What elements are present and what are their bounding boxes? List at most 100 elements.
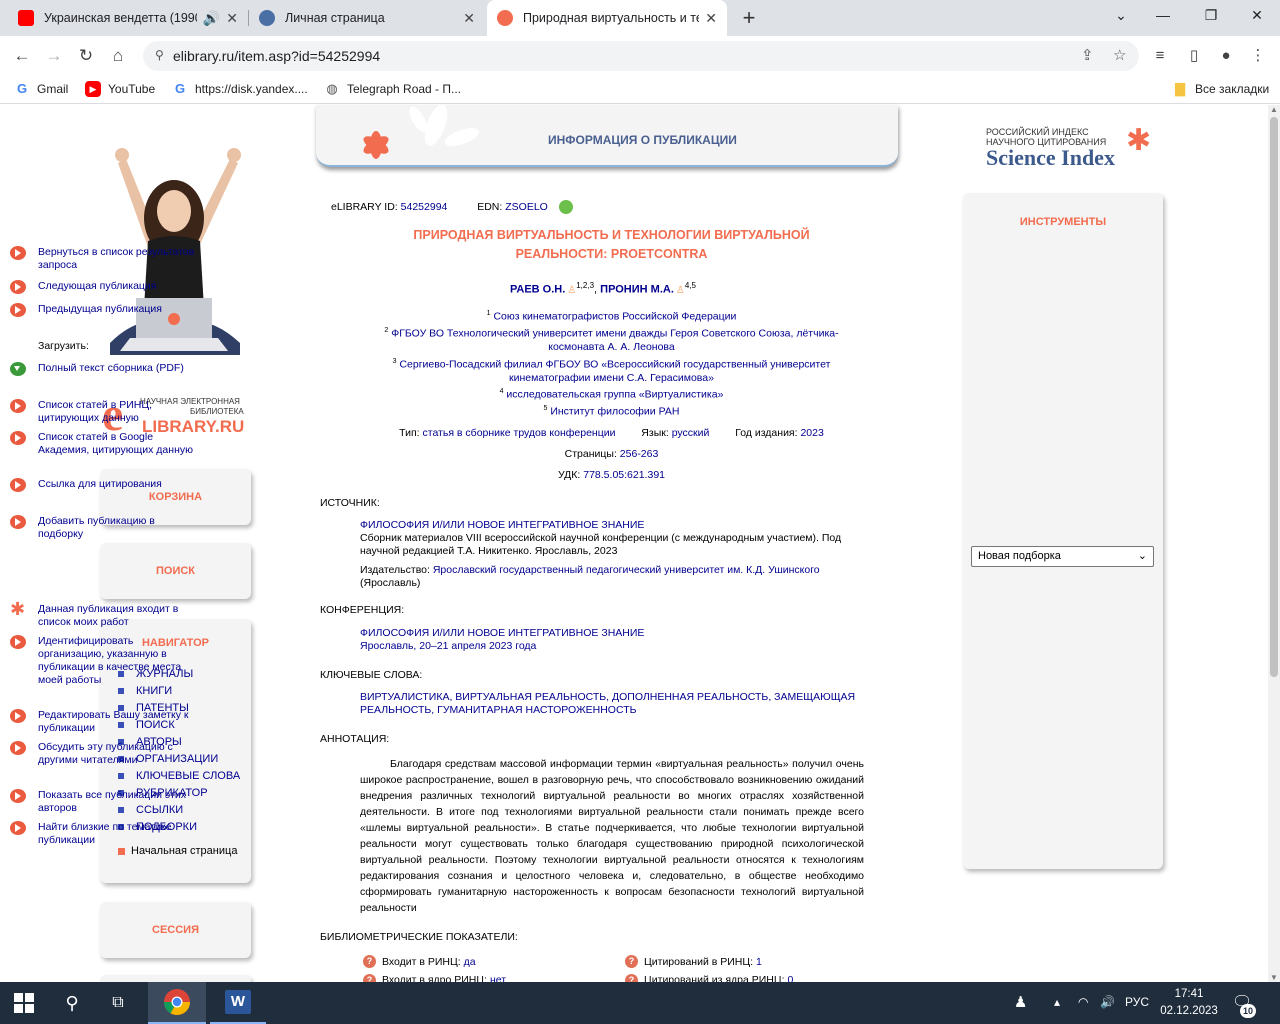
author-raev[interactable]: РАЕВ О.Н.: [510, 284, 565, 296]
author-pronin[interactable]: ПРОНИН М.А.: [600, 284, 674, 296]
chevron-down-icon: ⌄: [1137, 550, 1147, 562]
tool-in-my-works[interactable]: ✱ Данная публикация входит в список моих …: [10, 600, 195, 629]
help-icon[interactable]: ?: [625, 955, 638, 968]
bookmark-gmail[interactable]: G Gmail: [14, 81, 68, 97]
pub-pages: 256-263: [619, 448, 659, 460]
tool-citing-rinc[interactable]: Список статей в РИНЦ, цитирующих данную: [10, 399, 195, 425]
source-title[interactable]: ФИЛОСОФИЯ И/ИЛИ НОВОЕ ИНТЕГРАТИВНОЕ ЗНАН…: [360, 519, 865, 532]
keywords-label: КЛЮЧЕВЫЕ СЛОВА:: [320, 669, 423, 681]
people-icon[interactable]: ♟: [1014, 993, 1027, 1011]
restore-button[interactable]: ❐: [1188, 0, 1234, 32]
tool-fulltext-pdf[interactable]: Полный текст сборника (PDF): [10, 362, 195, 376]
back-button[interactable]: ←: [8, 42, 36, 70]
bullet-icon: [118, 772, 124, 779]
task-view-icon[interactable]: ⧉: [96, 982, 140, 1024]
scroll-down-icon[interactable]: ▼: [1270, 973, 1278, 982]
bookmark-telegraph-road[interactable]: ◍ Telegraph Road - П...: [324, 81, 461, 97]
qr-code-icon[interactable]: [558, 200, 573, 214]
tool-add-to-collection[interactable]: Добавить публикацию в подборку: [10, 515, 195, 541]
edn-value[interactable]: ZSOELO: [505, 201, 548, 213]
nav-item-keywords[interactable]: КЛЮЧЕВЫЕ СЛОВА: [118, 767, 240, 784]
affiliation-1[interactable]: 1 Союз кинематографистов Российской Феде…: [340, 307, 883, 324]
browser-tab-youtube[interactable]: Украинская вендетта (1990 🔊 ✕: [8, 0, 248, 36]
tool-prev-publication[interactable]: Предыдущая публикация: [10, 303, 195, 317]
clock[interactable]: 17:41 02.12.2023: [1158, 986, 1220, 1020]
affiliation-3[interactable]: 3 Сергиево-Посадский филиал ФГБОУ ВО «Вс…: [340, 355, 883, 386]
volume-icon[interactable]: 🔊: [1100, 995, 1115, 1009]
word-taskbar-button[interactable]: W: [210, 982, 266, 1024]
session-button[interactable]: СЕССИЯ: [100, 902, 251, 958]
bookmark-yandex-disk[interactable]: G https://disk.yandex....: [172, 81, 308, 97]
chrome-taskbar-button[interactable]: [148, 982, 206, 1024]
menu-icon[interactable]: ⋮: [1244, 42, 1272, 70]
pub-year[interactable]: 2023: [800, 427, 823, 439]
pub-type[interactable]: статья в сборнике трудов конференции: [423, 427, 616, 439]
search-button[interactable]: ПОИСК: [100, 543, 251, 599]
publisher-link[interactable]: Ярославский государственный педагогическ…: [433, 564, 820, 576]
address-bar[interactable]: ⚲ elibrary.ru/item.asp?id=54252994 ⇪ ☆: [143, 41, 1139, 71]
all-bookmarks[interactable]: ▇ Все закладки: [1172, 81, 1269, 97]
arrow-circle-icon: [10, 431, 26, 445]
tool-edit-note[interactable]: Редактировать Вашу заметку к публикации: [10, 709, 195, 735]
scroll-up-icon[interactable]: ▲: [1270, 105, 1278, 114]
profile-icon[interactable]: ●: [1212, 42, 1240, 70]
close-tab-icon[interactable]: ✕: [226, 10, 238, 27]
close-tab-icon[interactable]: ✕: [705, 10, 717, 27]
udk-row: УДК: 778.5.05:621.391: [557, 469, 665, 481]
start-button[interactable]: [0, 982, 48, 1024]
reload-button[interactable]: ↻: [72, 42, 100, 70]
side-panel-icon[interactable]: ▯: [1180, 42, 1208, 70]
collection-select[interactable]: Новая подборка ⌄: [971, 546, 1154, 567]
authors-row: РАЕВ О.Н. ♙1,2,3, ПРОНИН М.А. ♙4,5: [510, 281, 696, 296]
bookmark-youtube[interactable]: ▶ YouTube: [85, 81, 155, 97]
url-text[interactable]: elibrary.ru/item.asp?id=54252994: [173, 48, 380, 64]
share-icon[interactable]: ⇪: [1081, 46, 1094, 64]
page-scrollbar[interactable]: ▲ ▼: [1268, 105, 1280, 982]
tool-identify-org[interactable]: Идентифицировать организацию, указанную …: [10, 635, 195, 687]
tool-similar[interactable]: Найти близкие по тематике публикации: [10, 821, 195, 847]
network-icon[interactable]: ◠: [1078, 995, 1088, 1009]
tool-discuss[interactable]: Обсудить эту публикацию с другими читате…: [10, 741, 195, 767]
author-profile-icon[interactable]: ♙: [567, 285, 576, 296]
tool-all-by-authors[interactable]: Показать все публикации этих авторов: [10, 789, 195, 815]
new-tab-button[interactable]: +: [736, 5, 762, 31]
keywords-line2[interactable]: РЕАЛЬНОСТЬ, ГУМАНИТАРНАЯ НАСТОРОЖЕННОСТЬ: [360, 704, 865, 717]
author-profile-icon[interactable]: ♙: [676, 285, 685, 296]
tray-overflow-icon[interactable]: ▴: [1054, 995, 1060, 1009]
affiliation-2[interactable]: 2 ФГБОУ ВО Технологический университет и…: [340, 324, 883, 355]
tool-citing-google[interactable]: Список статей в Google Академия, цитирую…: [10, 431, 195, 457]
publication-info-header: ИНФОРМАЦИЯ О ПУБЛИКАЦИИ: [316, 105, 898, 167]
tool-next-publication[interactable]: Следующая публикация: [10, 280, 195, 294]
keyboard-language[interactable]: РУС: [1125, 995, 1149, 1009]
arrow-circle-icon: [10, 515, 26, 529]
conference-title[interactable]: ФИЛОСОФИЯ И/ИЛИ НОВОЕ ИНТЕГРАТИВНОЕ ЗНАН…: [360, 627, 865, 640]
browser-tab-active[interactable]: Природная виртуальность и те ✕: [487, 0, 727, 36]
home-button[interactable]: ⌂: [104, 42, 132, 70]
close-window-button[interactable]: ✕: [1234, 0, 1280, 32]
affiliation-5[interactable]: 5 Институт философии РАН: [340, 402, 883, 419]
arrow-circle-icon: [10, 246, 26, 260]
search-taskbar-icon[interactable]: ⚲: [50, 982, 94, 1024]
minimize-button[interactable]: —: [1140, 0, 1186, 32]
browser-tab-personal[interactable]: Личная страница ✕: [249, 0, 485, 36]
scrollbar-thumb[interactable]: [1270, 117, 1278, 677]
tab-search-icon[interactable]: ⌄: [1098, 0, 1144, 32]
folder-icon: ▇: [1175, 81, 1185, 96]
help-icon[interactable]: ?: [363, 974, 376, 982]
tool-cite-link[interactable]: Ссылка для цитирования: [10, 478, 195, 492]
affiliation-4[interactable]: 4 исследовательская группа «Виртуалистик…: [340, 385, 883, 402]
elibrary-id[interactable]: 54252994: [401, 201, 448, 213]
reading-list-icon[interactable]: ≡: [1146, 42, 1174, 70]
site-info-icon[interactable]: ⚲: [155, 48, 171, 64]
science-index-logo[interactable]: РОССИЙСКИЙ ИНДЕКС НАУЧНОГО ЦИТИРОВАНИЯ S…: [986, 124, 1166, 177]
keywords-line1[interactable]: ВИРТУАЛИСТИКА, ВИРТУАЛЬНАЯ РЕАЛЬНОСТЬ, Д…: [360, 691, 865, 704]
tools-title: ИНСТРУМЕНТЫ: [1019, 216, 1107, 228]
help-icon[interactable]: ?: [625, 974, 638, 982]
tool-back-to-results[interactable]: Вернуться в список результатов запроса: [10, 246, 195, 272]
bookmark-star-icon[interactable]: ☆: [1113, 46, 1126, 64]
forward-button[interactable]: →: [40, 42, 68, 70]
audio-icon[interactable]: 🔊: [203, 10, 220, 27]
pub-language[interactable]: русский: [672, 427, 710, 439]
help-icon[interactable]: ?: [363, 955, 376, 968]
close-tab-icon[interactable]: ✕: [463, 10, 475, 27]
